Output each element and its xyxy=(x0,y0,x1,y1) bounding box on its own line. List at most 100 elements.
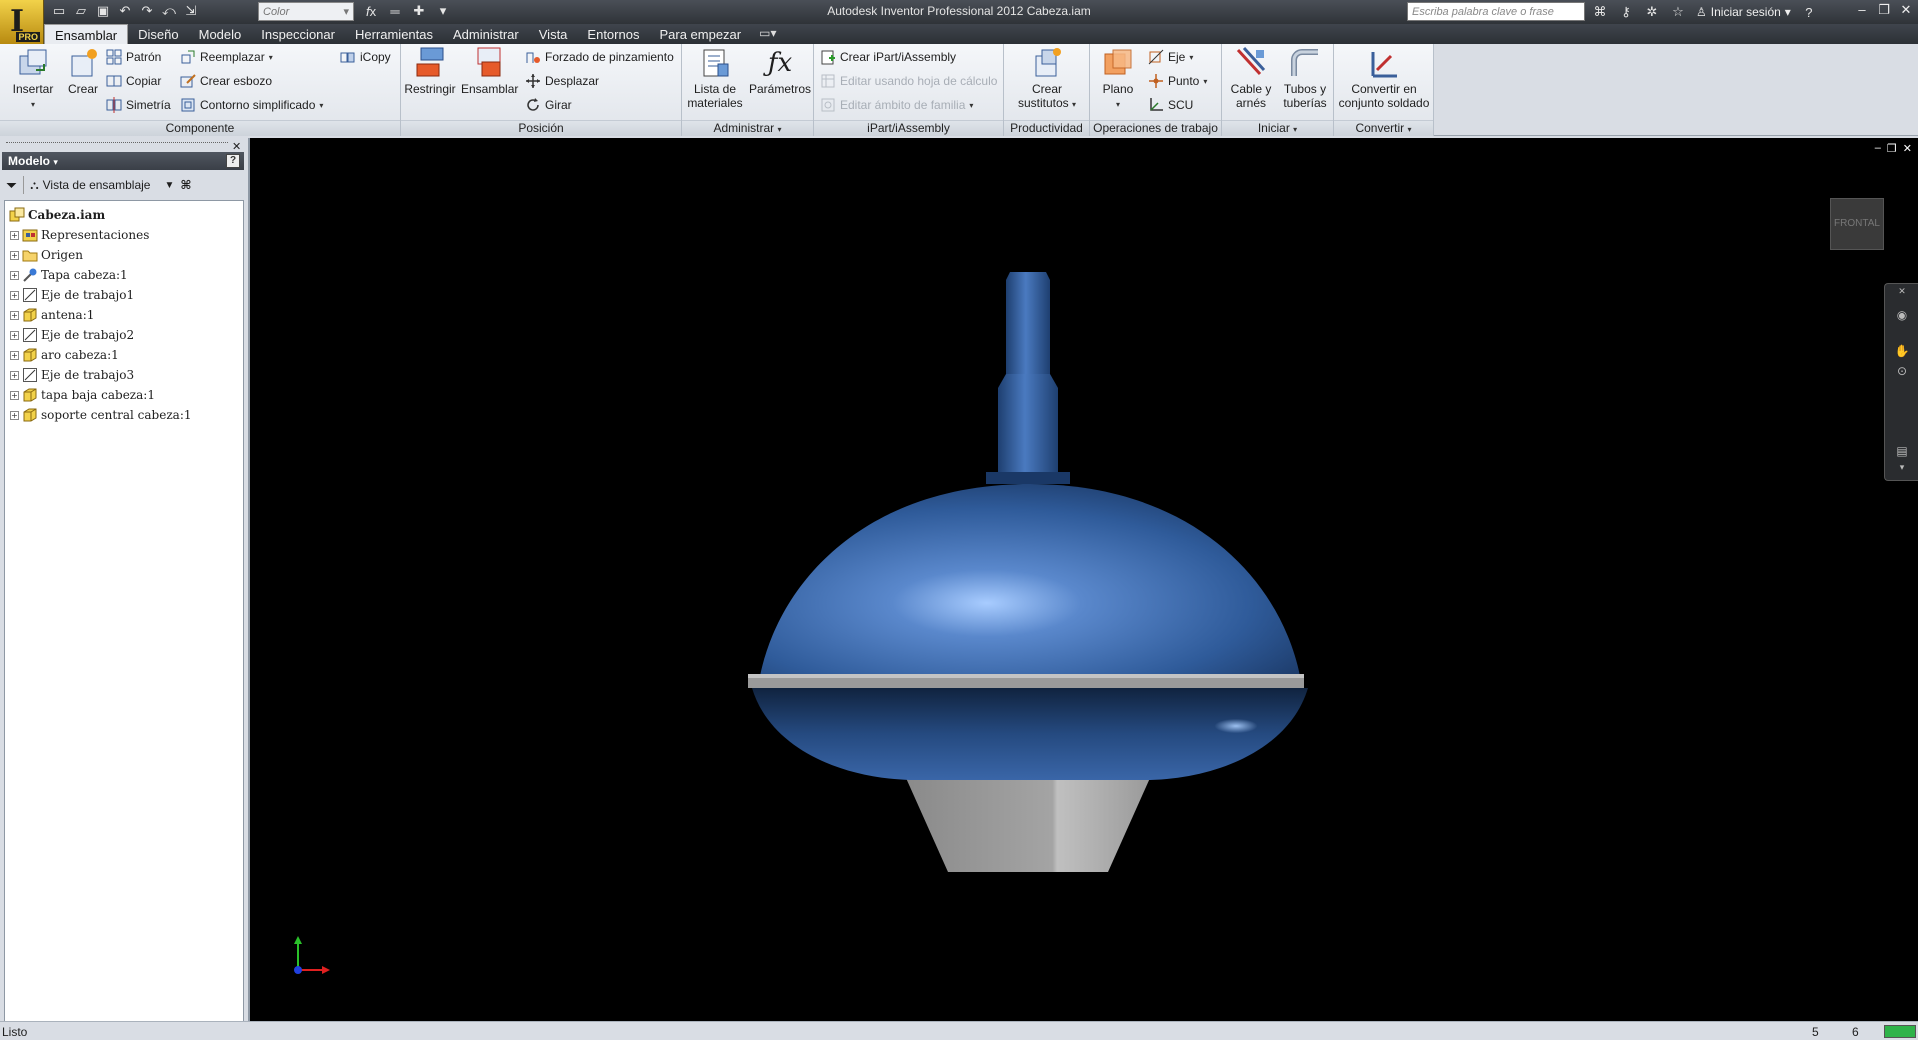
chevron-down-icon[interactable]: ▾ xyxy=(434,2,452,20)
assembly-view-dropdown[interactable]: ⛬ Vista de ensamblaje ▼ xyxy=(30,178,174,193)
expand-plus-icon[interactable]: + xyxy=(10,390,19,400)
crear-esbozo-button[interactable]: Crear esbozo xyxy=(180,71,272,91)
parametros-button[interactable]: ƒx Parámetros xyxy=(748,46,812,96)
editar-ambito-button[interactable]: Editar ámbito de familia ▾ xyxy=(820,95,973,115)
open-folder-icon[interactable]: ▱ xyxy=(72,2,90,20)
girar-button[interactable]: Girar xyxy=(525,95,572,115)
close-icon[interactable]: ✕ xyxy=(1898,2,1914,18)
ensamblar-button[interactable]: Ensamblar xyxy=(461,46,518,96)
zoom-icon[interactable]: ⊙ xyxy=(1893,364,1911,382)
close-icon[interactable]: ✕ xyxy=(1893,286,1911,304)
close-icon[interactable]: ✕ xyxy=(1903,142,1912,155)
tree-item[interactable]: + Representaciones xyxy=(5,225,243,245)
return-icon[interactable]: ⤺ xyxy=(160,2,178,20)
tab-modelo[interactable]: Modelo xyxy=(189,24,252,44)
soporte-central-part[interactable] xyxy=(906,778,1150,872)
expand-plus-icon[interactable]: + xyxy=(10,370,19,380)
key-icon[interactable]: ⚷ xyxy=(1618,3,1634,21)
plano-button[interactable]: Plano ▾ xyxy=(1096,46,1140,112)
star-burst-icon[interactable]: ✲ xyxy=(1644,3,1660,21)
tree-item[interactable]: + Eje de trabajo2 xyxy=(5,325,243,345)
insertar-button[interactable]: Insertar ▾ xyxy=(8,46,58,112)
tab-para-empezar[interactable]: Para empezar xyxy=(649,24,751,44)
formula-icon[interactable]: fx xyxy=(362,2,380,20)
tubos-tuberias-button[interactable]: Tubos y tuberías xyxy=(1280,46,1330,110)
add-icon[interactable]: ✚ xyxy=(410,2,428,20)
ribbon-options-icon[interactable]: ▭▾ xyxy=(751,24,784,44)
color-select[interactable]: Color ▾ xyxy=(258,2,354,21)
binoculars-icon[interactable]: ⌘ xyxy=(1592,3,1608,21)
tapa-cabeza-part[interactable] xyxy=(760,484,1300,676)
expand-plus-icon[interactable]: + xyxy=(10,290,19,300)
tree-item[interactable]: + soporte central cabeza:1 xyxy=(5,405,243,425)
restore-icon[interactable]: ❐ xyxy=(1887,142,1897,155)
tab-ensamblar[interactable]: Ensamblar xyxy=(44,24,129,44)
tree-item[interactable]: + aro cabeza:1 xyxy=(5,345,243,365)
tree-root[interactable]: Cabeza.iam xyxy=(5,205,243,225)
help-icon[interactable]: ? xyxy=(226,154,240,168)
desplazar-button[interactable]: Desplazar xyxy=(525,71,599,91)
select-icon[interactable]: ⇲ xyxy=(182,2,200,20)
undo-icon[interactable]: ↶ xyxy=(116,2,134,20)
binoculars-icon[interactable]: ⌘ xyxy=(180,178,191,192)
tree-item[interactable]: + tapa baja cabeza:1 xyxy=(5,385,243,405)
expand-plus-icon[interactable]: + xyxy=(10,230,19,240)
save-icon[interactable]: ▣ xyxy=(94,2,112,20)
punto-button[interactable]: Punto ▾ xyxy=(1148,71,1207,91)
copiar-button[interactable]: Copiar xyxy=(106,71,161,91)
antena-part[interactable] xyxy=(986,272,1070,484)
panel-iniciar-title[interactable]: Iniciar ▾ xyxy=(1222,120,1333,136)
tab-herramientas[interactable]: Herramientas xyxy=(345,24,443,44)
tab-diseno[interactable]: Diseño xyxy=(128,24,188,44)
icopy-button[interactable]: iCopy xyxy=(340,47,391,67)
browser-header[interactable]: Modelo ▾ ? xyxy=(2,152,244,170)
tab-inspeccionar[interactable]: Inspeccionar xyxy=(251,24,345,44)
expand-plus-icon[interactable]: + xyxy=(10,250,19,260)
steering-wheel-icon[interactable]: ◉ xyxy=(1893,308,1911,326)
tree-item[interactable]: + antena:1 xyxy=(5,305,243,325)
help-icon[interactable]: ? xyxy=(1801,3,1817,21)
look-at-icon[interactable]: ▤ xyxy=(1893,444,1911,462)
crear-sustitutos-button[interactable]: Crear sustitutos ▾ xyxy=(1012,46,1082,112)
crear-button[interactable]: Crear xyxy=(62,46,104,96)
tab-administrar[interactable]: Administrar xyxy=(443,24,529,44)
expand-plus-icon[interactable]: + xyxy=(10,350,19,360)
viewcube[interactable]: FRONTAL xyxy=(1830,198,1884,250)
redo-icon[interactable]: ↷ xyxy=(138,2,156,20)
restore-icon[interactable]: ❐ xyxy=(1876,2,1892,18)
expand-plus-icon[interactable]: + xyxy=(10,330,19,340)
eje-button[interactable]: Eje ▾ xyxy=(1148,47,1193,67)
convertir-soldado-button[interactable]: Convertir en conjunto soldado xyxy=(1336,46,1432,110)
browser-grip[interactable] xyxy=(6,142,228,143)
tree-item[interactable]: + Eje de trabajo1 xyxy=(5,285,243,305)
reemplazar-button[interactable]: Reemplazar ▾ xyxy=(180,47,273,67)
star-icon[interactable]: ☆ xyxy=(1670,3,1686,21)
minimize-icon[interactable]: – xyxy=(1875,142,1881,155)
assembly-model[interactable] xyxy=(250,138,1918,1021)
expand-plus-icon[interactable]: + xyxy=(10,310,19,320)
tab-vista[interactable]: Vista xyxy=(529,24,578,44)
restringir-button[interactable]: Restringir xyxy=(403,46,457,96)
application-menu-button[interactable]: I PRO xyxy=(0,0,44,44)
cable-arnes-button[interactable]: Cable y arnés xyxy=(1226,46,1276,110)
graphics-viewport[interactable]: – ❐ ✕ FRONTAL ✕ ◉ ✋ ⊙ ▤ ▾ xyxy=(248,138,1918,1021)
pan-hand-icon[interactable]: ✋ xyxy=(1893,344,1911,362)
forzado-button[interactable]: Forzado de pinzamiento xyxy=(525,47,674,67)
crear-ipart-button[interactable]: Crear iPart/iAssembly xyxy=(820,47,956,67)
new-file-icon[interactable]: ▭ xyxy=(50,2,68,20)
scu-button[interactable]: SCU xyxy=(1148,95,1193,115)
search-input[interactable]: Escriba palabra clave o frase xyxy=(1407,2,1585,21)
tree-item[interactable]: + Origen xyxy=(5,245,243,265)
panel-convertir-title[interactable]: Convertir ▾ xyxy=(1334,120,1433,136)
contorno-simplificado-button[interactable]: Contorno simplificado ▾ xyxy=(180,95,323,115)
panel-administrar-title[interactable]: Administrar ▾ xyxy=(682,120,813,136)
lista-materiales-button[interactable]: Lista de materiales xyxy=(686,46,744,110)
login-button[interactable]: ♙ Iniciar sesión ▾ xyxy=(1696,5,1791,19)
expand-plus-icon[interactable]: + xyxy=(10,270,19,280)
expand-plus-icon[interactable]: + xyxy=(10,410,19,420)
chevron-down-icon[interactable]: ▾ xyxy=(1893,462,1911,480)
filter-icon[interactable]: ⏷ xyxy=(6,177,17,194)
patron-button[interactable]: Patrón xyxy=(106,47,161,67)
minimize-icon[interactable]: – xyxy=(1854,2,1870,18)
editar-hoja-button[interactable]: Editar usando hoja de cálculo xyxy=(820,71,997,91)
